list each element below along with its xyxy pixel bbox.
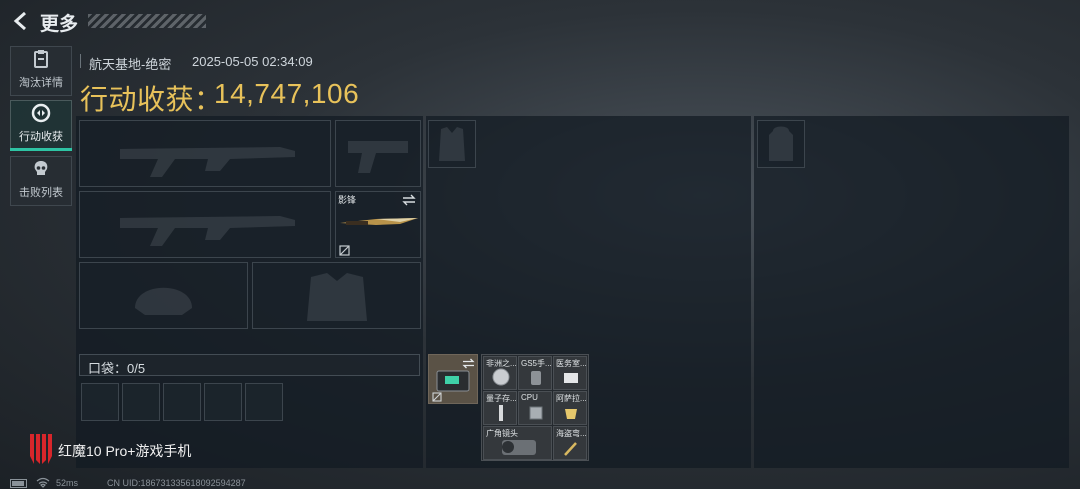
armor-slot[interactable] (252, 262, 421, 329)
item-label: CPU (521, 393, 538, 402)
back-arrow-icon[interactable] (10, 10, 32, 32)
item-label: 海盗弯... (556, 429, 587, 438)
pocket-slot[interactable] (122, 383, 160, 421)
cpu-icon (529, 406, 543, 420)
page-title: 更多 (40, 14, 79, 35)
battery-icon (10, 479, 27, 488)
active-tab-indicator (10, 148, 72, 151)
container-item[interactable]: 非洲之... (483, 356, 517, 390)
tab-label: 行动收获 (19, 131, 63, 143)
rifle-icon (120, 147, 295, 177)
container-item[interactable]: 量子存... (483, 391, 517, 425)
item-label: 阿萨拉... (556, 394, 587, 403)
teacup-icon (565, 409, 577, 419)
title-decoration (88, 14, 206, 28)
loot-icon (31, 103, 51, 123)
container-item[interactable]: 海盗弯... (553, 426, 587, 460)
container-grid: 非洲之... GS5手... 医务室... 量子存... CPU 阿萨拉... … (481, 354, 589, 461)
chest-rig-slot[interactable] (428, 120, 476, 168)
drive-icon (499, 405, 503, 421)
backpack-slot[interactable] (757, 120, 805, 168)
unlock-icon (339, 245, 350, 256)
red-magic-logo (30, 434, 52, 464)
wifi-icon (36, 477, 50, 488)
vest-icon (439, 127, 465, 161)
match-datetime: 2025-05-05 02:34:09 (192, 54, 313, 69)
case-icon (436, 370, 470, 392)
tab-kill-list[interactable]: 击败列表 (10, 156, 72, 206)
melee-weapon-name: 影锋 (338, 195, 357, 205)
map-name: 航天基地-绝密 (89, 57, 172, 72)
container-item[interactable]: 广角镜头 (483, 426, 552, 460)
device-watermark: 红魔10 Pro+游戏手机 (58, 443, 192, 459)
container-item[interactable]: 阿萨拉... (553, 391, 587, 425)
backpack-icon (769, 126, 793, 161)
keycard-icon (564, 373, 578, 383)
pocket-label: 口袋：0/5 (88, 361, 146, 376)
pocket-slot[interactable] (81, 383, 119, 421)
pocket-slot[interactable] (204, 383, 242, 421)
container-item[interactable]: GS5手... (518, 356, 552, 390)
container-item[interactable]: 医务室... (553, 356, 587, 390)
item-label: GS5手... (521, 359, 552, 368)
ping-readout: 52ms (56, 478, 79, 488)
helmet-slot[interactable] (79, 262, 248, 329)
swap-icon[interactable] (462, 358, 475, 369)
helmet-icon (135, 287, 192, 315)
unlock-icon (432, 392, 442, 402)
swap-icon[interactable] (402, 194, 416, 206)
container-item[interactable]: CPU (518, 391, 552, 425)
phone-icon (531, 371, 541, 385)
pocket-slot[interactable] (245, 383, 283, 421)
diamond-icon (492, 368, 510, 386)
secure-container-slot[interactable] (428, 354, 478, 404)
secondary-weapon-slot[interactable] (79, 191, 331, 258)
item-label: 量子存... (486, 394, 517, 403)
pistol-slot[interactable] (335, 120, 421, 187)
body-armor-icon (307, 273, 367, 321)
knife-icon (340, 218, 418, 225)
pistol-icon (348, 141, 408, 173)
user-uid: CN UID:1867313356180925942​87 (107, 478, 246, 488)
skull-icon (34, 161, 48, 175)
camera-lens-icon (502, 440, 536, 455)
pocket-slot[interactable] (163, 383, 201, 421)
harvest-value: 14,747,106 (214, 78, 360, 109)
info-separator (80, 54, 81, 68)
dagger-icon (564, 442, 577, 456)
tab-action-harvest[interactable]: 行动收获 (10, 100, 72, 150)
clipboard-icon (34, 50, 48, 68)
tab-label: 淘汰详情 (19, 77, 63, 89)
harvest-label: 行动收获： (80, 84, 223, 115)
tab-label: 击败列表 (19, 187, 63, 199)
primary-weapon-slot[interactable] (79, 120, 331, 187)
item-label: 医务室... (556, 359, 587, 368)
tab-elimination-details[interactable]: 淘汰详情 (10, 46, 72, 96)
rifle-icon (120, 216, 295, 246)
